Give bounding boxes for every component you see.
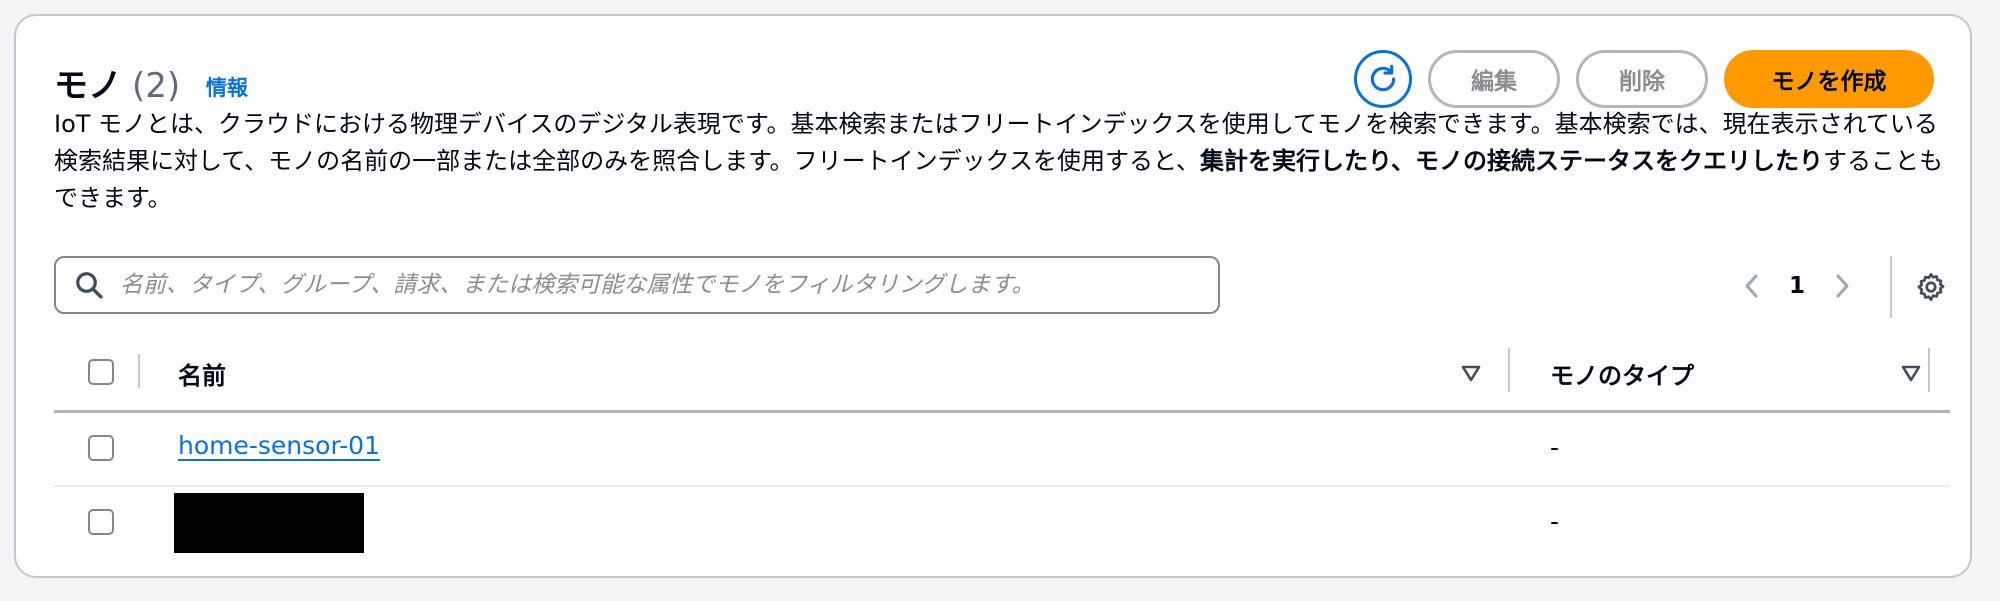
row-checkbox[interactable] bbox=[88, 509, 114, 535]
table-row: home-sensor-01 - bbox=[54, 413, 1950, 487]
sort-icon[interactable] bbox=[1460, 362, 1482, 384]
refresh-icon bbox=[1370, 64, 1396, 92]
chevron-left-icon bbox=[1745, 274, 1758, 298]
sort-icon[interactable] bbox=[1900, 362, 1922, 384]
next-page-button[interactable] bbox=[1826, 266, 1858, 306]
refresh-button[interactable] bbox=[1354, 50, 1412, 108]
redacted-name bbox=[174, 493, 364, 553]
table-row: - bbox=[54, 487, 1950, 559]
column-resizer[interactable] bbox=[1928, 348, 1930, 392]
chevron-right-icon bbox=[1836, 274, 1849, 298]
current-page[interactable]: 1 bbox=[1768, 273, 1826, 299]
column-header-type[interactable]: モノのタイプ bbox=[1550, 356, 1694, 391]
panel-description: IoT モノとは、クラウドにおける物理デバイスのデジタル表現です。基本検索または… bbox=[54, 106, 1954, 217]
page-title: モノ (2) bbox=[54, 58, 180, 107]
search-icon bbox=[76, 272, 103, 299]
pager-divider bbox=[1890, 256, 1892, 318]
table-header: 名前 モノのタイプ bbox=[54, 334, 1950, 413]
pagination: 1 bbox=[1736, 264, 1858, 308]
previous-page-button[interactable] bbox=[1736, 266, 1768, 306]
delete-button[interactable]: 削除 bbox=[1576, 50, 1708, 108]
description-bold: 集計を実行したり、モノの接続ステータスをクエリしたり bbox=[1200, 147, 1824, 175]
search-box[interactable] bbox=[54, 256, 1220, 314]
column-separator bbox=[138, 354, 140, 388]
info-link[interactable]: 情報 bbox=[206, 72, 248, 102]
select-all-checkbox[interactable] bbox=[88, 359, 114, 385]
item-count: (2) bbox=[132, 66, 181, 106]
thing-type-cell: - bbox=[1550, 433, 1560, 462]
table-settings-button[interactable] bbox=[1912, 268, 1950, 306]
things-panel: モノ (2) 情報 編集 削除 モノを作成 IoT モノとは、クラウドにおける物理… bbox=[14, 14, 1972, 578]
thing-name-link[interactable]: home-sensor-01 bbox=[178, 431, 380, 460]
thing-type-cell: - bbox=[1550, 507, 1560, 536]
row-checkbox[interactable] bbox=[88, 435, 114, 461]
create-thing-button[interactable]: モノを作成 bbox=[1724, 50, 1934, 108]
header-actions: 編集 削除 モノを作成 bbox=[1354, 50, 1934, 108]
column-header-name[interactable]: 名前 bbox=[178, 356, 226, 391]
things-table: 名前 モノのタイプ home-sensor-01 - - bbox=[54, 334, 1950, 559]
search-input[interactable] bbox=[118, 271, 1218, 299]
column-resizer[interactable] bbox=[1508, 348, 1510, 392]
edit-button[interactable]: 編集 bbox=[1428, 50, 1560, 108]
title-text: モノ bbox=[54, 66, 122, 106]
gear-icon bbox=[1917, 273, 1945, 301]
